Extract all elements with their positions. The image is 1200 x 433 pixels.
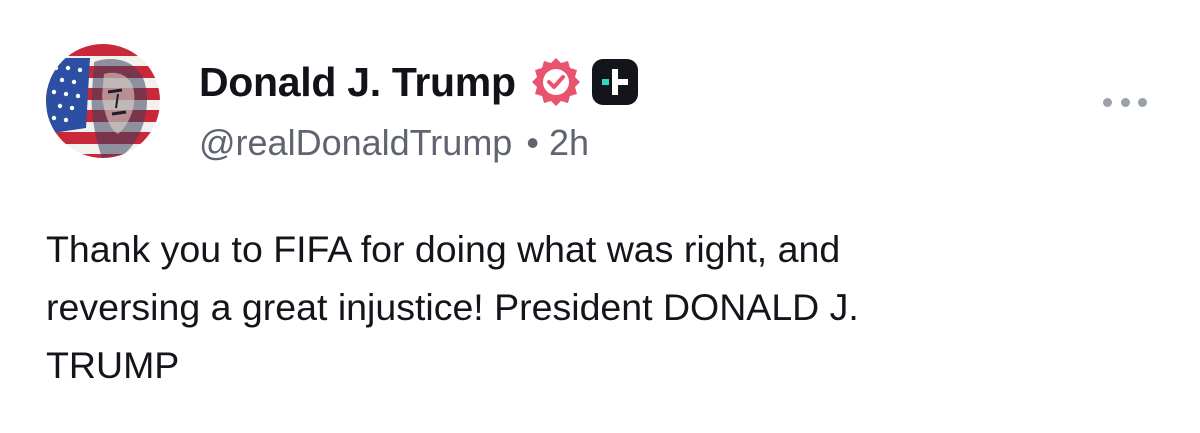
meta-row: @realDonaldTrump • 2h [199, 122, 638, 164]
post-text: Thank you to FIFA for doing what was rig… [46, 228, 859, 386]
name-row: Donald J. Trump [199, 56, 638, 108]
verified-badge-icon [530, 56, 582, 108]
flag-portrait-avatar [46, 44, 160, 158]
plus-badge-icon [591, 59, 638, 105]
handle[interactable]: @realDonaldTrump [199, 122, 512, 164]
timestamp[interactable]: 2h [549, 122, 589, 164]
more-dot [1120, 97, 1130, 107]
separator-dot: • [526, 122, 539, 163]
avatar[interactable] [46, 44, 160, 158]
post-card: Donald J. Trump @realDonaldTrump • 2h Th… [0, 0, 1200, 433]
post-header: Donald J. Trump @realDonaldTrump • 2h [199, 56, 638, 164]
more-options-icon[interactable] [1103, 92, 1147, 112]
more-dot [1103, 97, 1112, 107]
more-dot [1138, 97, 1147, 107]
display-name[interactable]: Donald J. Trump [199, 59, 516, 106]
